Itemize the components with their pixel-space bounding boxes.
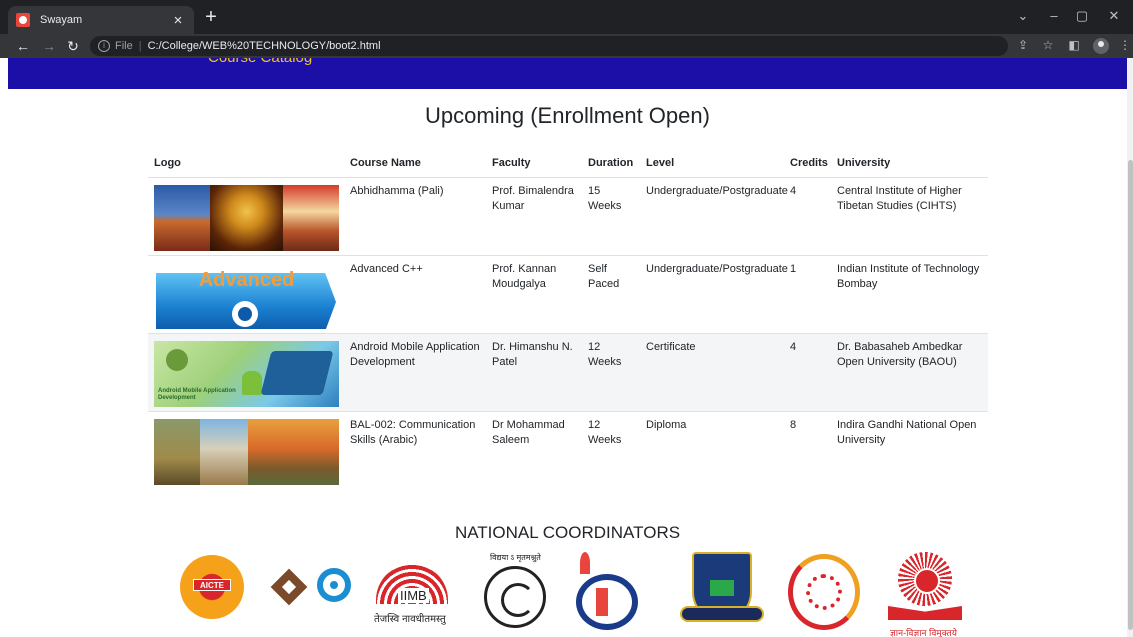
header-credits: Credits bbox=[790, 157, 828, 169]
credits: 4 bbox=[790, 341, 797, 353]
ncert-logo bbox=[572, 552, 642, 634]
share-icon[interactable]: ⇪ bbox=[1015, 38, 1031, 52]
swirl-logo-icon bbox=[317, 568, 351, 602]
faculty: Dr Mohammad Saleem bbox=[492, 419, 565, 446]
university: Dr. Babasaheb Ambedkar Open University (… bbox=[837, 341, 963, 368]
table-row: Advanced Advanced C++ Prof. Kannan Moudg… bbox=[148, 256, 988, 334]
scrollbar-thumb[interactable] bbox=[1128, 160, 1133, 630]
tab-title: Swayam bbox=[40, 14, 83, 26]
minimize-icon[interactable]: – bbox=[1044, 8, 1064, 23]
duration: 12 Weeks bbox=[588, 341, 622, 368]
menu-icon[interactable]: ⋮ bbox=[1117, 38, 1133, 52]
android-course-image: Android Mobile Application Development bbox=[154, 341, 339, 407]
address-bar[interactable]: i File | C:/College/WEB%20TECHNOLOGY/boo… bbox=[90, 36, 1008, 56]
level: Undergraduate/Postgraduate bbox=[646, 263, 788, 275]
course-catalog-link[interactable]: Course Catalog bbox=[208, 58, 312, 66]
duration: 15 Weeks bbox=[588, 185, 622, 212]
coordinator-logos: AICTE IIMB तेजस्वि नावधीतमस्तु विद्यया ऽ… bbox=[180, 550, 970, 637]
android-logo-text: Android Mobile Application Development bbox=[158, 388, 236, 401]
arabic-course-image bbox=[154, 419, 339, 485]
course-name: Abhidhamma (Pali) bbox=[350, 185, 444, 197]
android-icon bbox=[166, 349, 188, 371]
info-icon[interactable]: i bbox=[98, 40, 110, 52]
duration: Self Paced bbox=[588, 263, 620, 290]
faculty: Dr. Himanshu N. Patel bbox=[492, 341, 573, 368]
credits: 4 bbox=[790, 185, 797, 197]
university: Indian Institute of Technology Bombay bbox=[837, 263, 980, 290]
vidya-logo: विद्यया ऽ मृतमश्नुते bbox=[480, 552, 550, 632]
ugc-logo: ज्ञान-विज्ञान विमुक्तये bbox=[880, 552, 970, 637]
iimb-logo-text: IIMB bbox=[398, 588, 429, 603]
table-header: Logo Course Name Faculty Duration Level … bbox=[148, 150, 988, 178]
aicte-logo: AICTE bbox=[180, 555, 244, 619]
star-icon[interactable]: ☆ bbox=[1040, 38, 1056, 52]
level: Certificate bbox=[646, 341, 696, 353]
cpp-logo-icon bbox=[232, 301, 258, 327]
duration: 12 Weeks bbox=[588, 419, 622, 446]
close-window-icon[interactable]: ✕ bbox=[1104, 8, 1124, 24]
header-course-name: Course Name bbox=[350, 157, 421, 169]
credits: 8 bbox=[790, 419, 797, 431]
advanced-logo-text: Advanced bbox=[198, 269, 295, 291]
header-university: University bbox=[837, 157, 891, 169]
credits: 1 bbox=[790, 263, 797, 275]
section-heading: Upcoming (Enrollment Open) bbox=[425, 103, 710, 128]
sun-emblem-logo bbox=[788, 554, 860, 630]
browser-tab-bar: Swayam × + ⌄ – ▢ ✕ bbox=[0, 0, 1133, 34]
table-row: BAL-002: Communication Skills (Arabic) D… bbox=[148, 412, 988, 490]
browser-tab[interactable]: Swayam × bbox=[8, 6, 194, 34]
ugc-motto: ज्ञान-विज्ञान विमुक्तये bbox=[890, 628, 957, 637]
header-faculty: Faculty bbox=[492, 157, 531, 169]
faculty: Prof. Kannan Moudgalya bbox=[492, 263, 557, 290]
back-arrow-icon[interactable]: ← bbox=[14, 37, 32, 55]
faculty: Prof. Bimalendra Kumar bbox=[492, 185, 574, 212]
site-navbar: Course Catalog bbox=[8, 58, 1127, 89]
courses-table: Logo Course Name Faculty Duration Level … bbox=[148, 150, 988, 490]
logo-cell bbox=[148, 412, 344, 490]
side-panel-icon[interactable]: ◧ bbox=[1066, 38, 1082, 52]
diamond-logo-icon bbox=[270, 568, 308, 606]
university: Indira Gandhi National Open University bbox=[837, 419, 977, 446]
iimb-logo: IIMB तेजस्वि नावधीतमस्तु bbox=[372, 564, 452, 625]
national-coordinators-title: NATIONAL COORDINATORS bbox=[454, 523, 681, 542]
tab-close-icon[interactable]: × bbox=[170, 12, 186, 29]
level: Undergraduate/Postgraduate bbox=[646, 185, 788, 197]
table-row: Android Mobile Application Development A… bbox=[148, 334, 988, 412]
header-logo: Logo bbox=[154, 157, 181, 169]
file-label: File bbox=[115, 40, 133, 52]
address-separator: | bbox=[138, 40, 142, 52]
university: Central Institute of Higher Tibetan Stud… bbox=[837, 185, 962, 212]
abhidhamma-course-image bbox=[154, 185, 339, 251]
forward-arrow-icon[interactable]: → bbox=[40, 37, 58, 55]
vidya-motto: विद्यया ऽ मृतमश्नुते bbox=[490, 553, 541, 562]
advanced-cpp-course-image: Advanced bbox=[154, 263, 339, 329]
logo-cell: Advanced bbox=[148, 256, 344, 333]
web-page: Course Catalog Upcoming (Enrollment Open… bbox=[8, 58, 1127, 637]
course-name: BAL-002: Communication Skills (Arabic) bbox=[350, 419, 476, 446]
course-name: Advanced C++ bbox=[350, 263, 423, 275]
phone-icon bbox=[260, 351, 334, 395]
profile-icon[interactable] bbox=[1093, 38, 1109, 54]
tab-search-chevron-icon[interactable]: ⌄ bbox=[1013, 8, 1033, 24]
browser-toolbar: ← → ↻ i File | C:/College/WEB%20TECHNOLO… bbox=[0, 34, 1133, 58]
reload-icon[interactable]: ↻ bbox=[64, 37, 82, 55]
level: Diploma bbox=[646, 419, 687, 431]
course-name: Android Mobile Application Development bbox=[350, 341, 480, 368]
aicte-logo-text: AICTE bbox=[193, 579, 231, 591]
url-text[interactable]: C:/College/WEB%20TECHNOLOGY/boot2.html bbox=[148, 40, 381, 52]
header-duration: Duration bbox=[588, 157, 634, 169]
header-level: Level bbox=[646, 157, 675, 169]
new-tab-button[interactable]: + bbox=[200, 6, 222, 28]
university-shield-logo bbox=[680, 552, 764, 634]
restore-icon[interactable]: ▢ bbox=[1072, 8, 1092, 24]
logo-cell: Android Mobile Application Development bbox=[148, 334, 344, 411]
logo-cell bbox=[148, 178, 344, 255]
table-row: Abhidhamma (Pali) Prof. Bimalendra Kumar… bbox=[148, 178, 988, 256]
swayam-favicon-icon bbox=[16, 13, 30, 27]
iimb-motto: तेजस्वि नावधीतमस्तु bbox=[374, 614, 446, 625]
